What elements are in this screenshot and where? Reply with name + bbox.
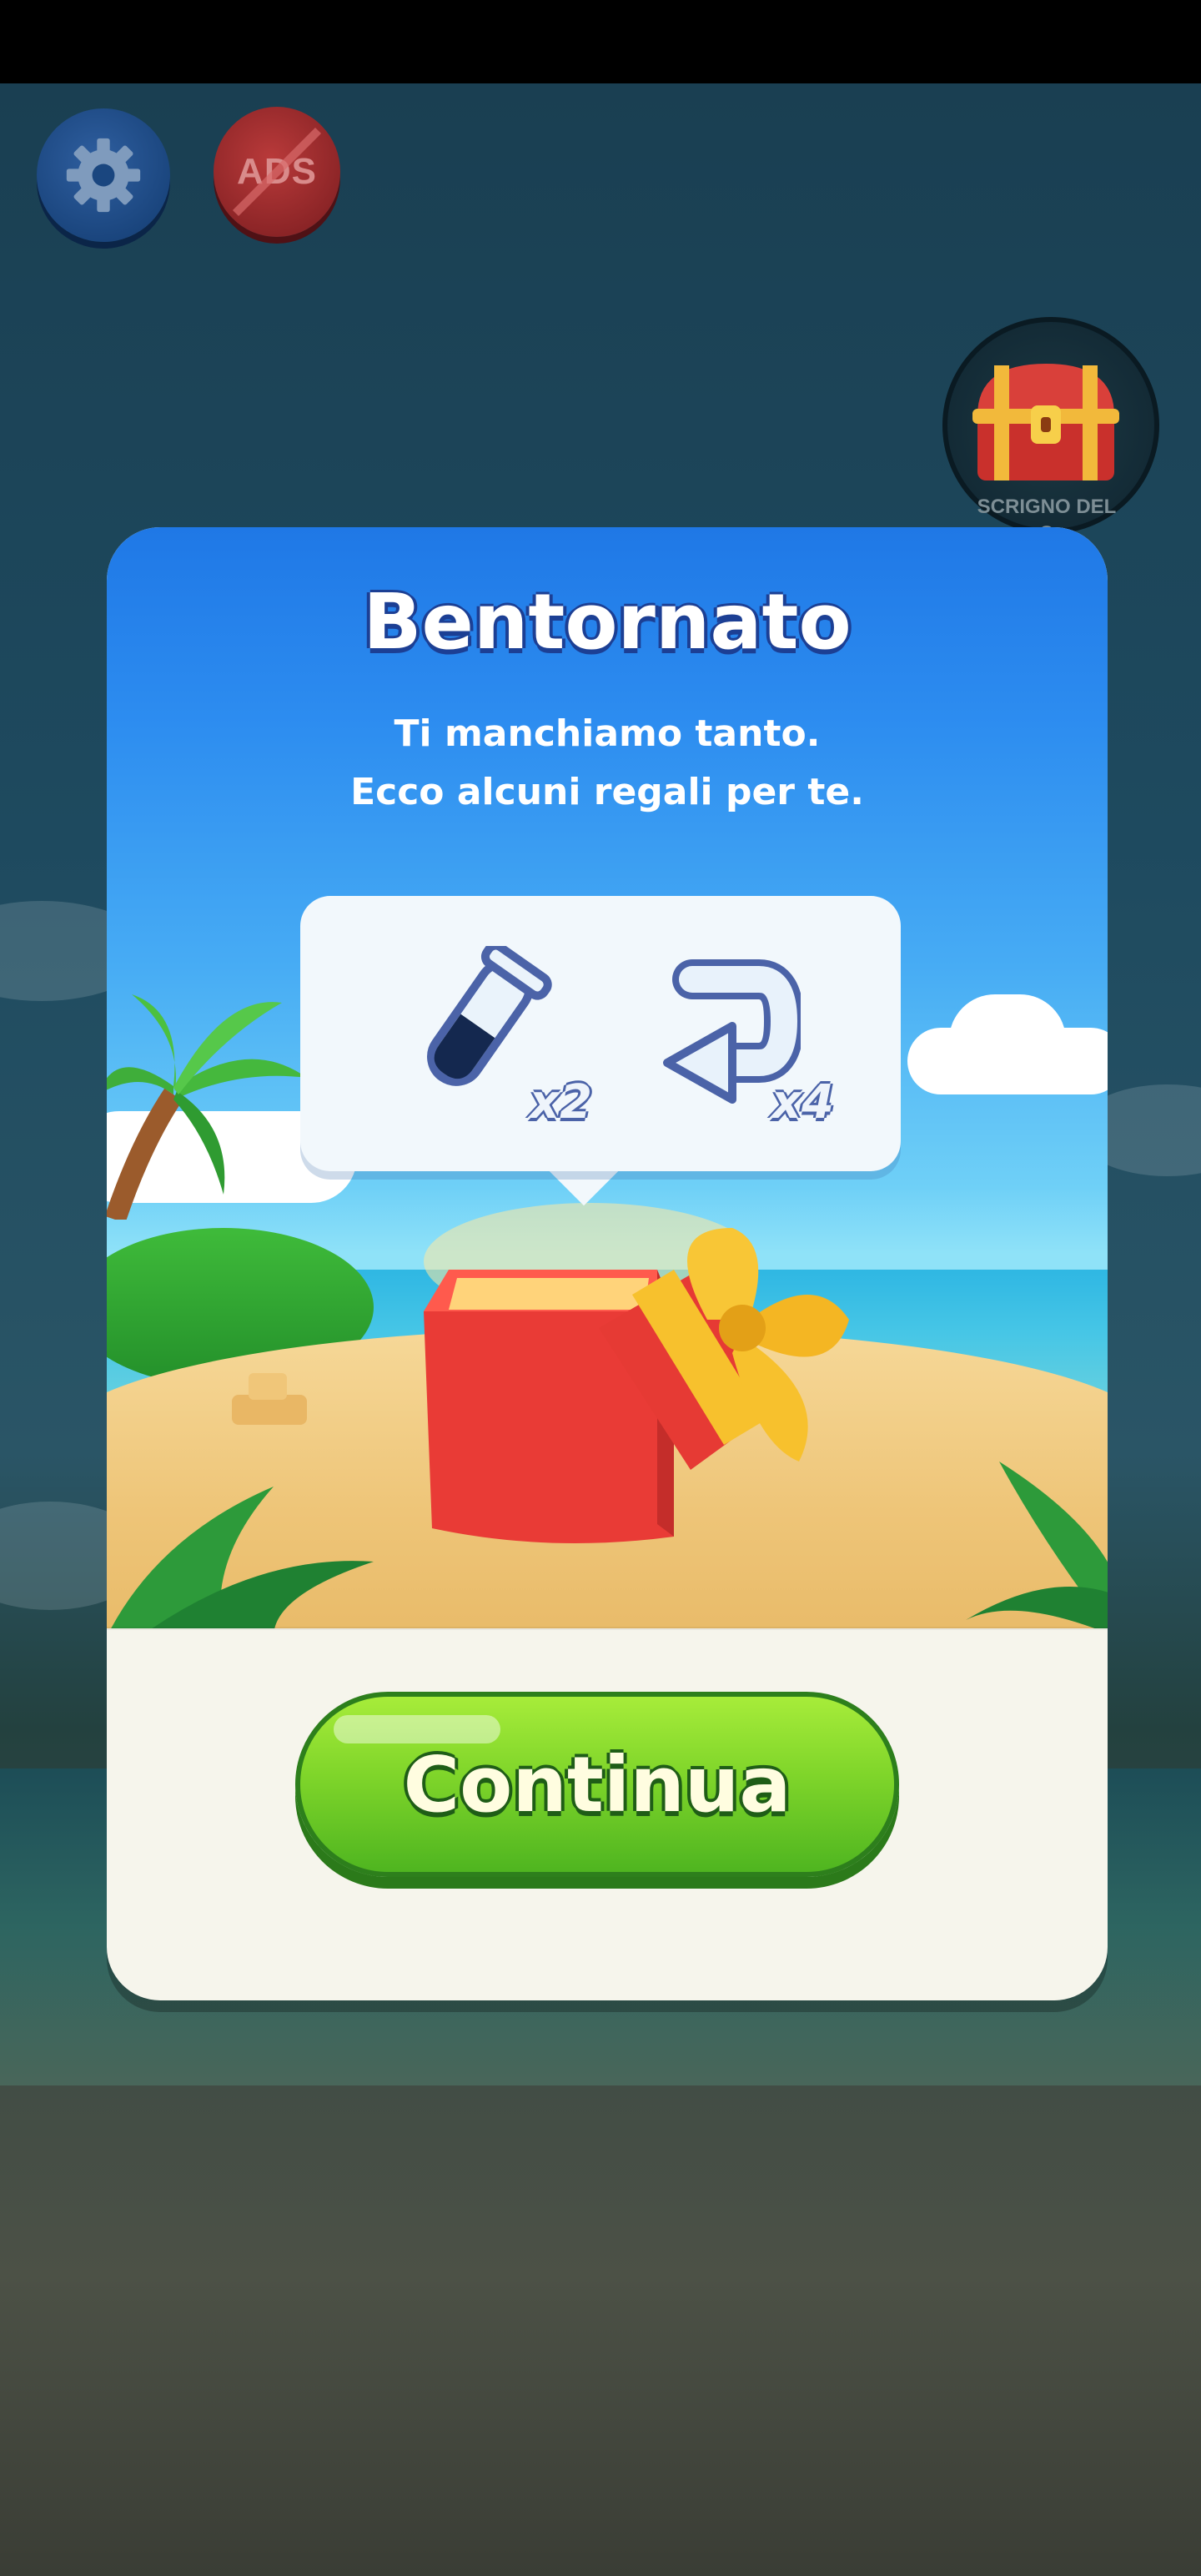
- leaves-foreground-right: [966, 1462, 1108, 1628]
- dialog-subtitle-line2: Ecco alcuni regali per te.: [350, 771, 864, 813]
- leaves-foreground-left: [111, 1487, 374, 1628]
- status-bar: [0, 0, 1201, 83]
- reward-quantity: x4: [771, 1075, 834, 1130]
- rewards-bubble: x2 x4: [300, 896, 901, 1171]
- treasure-chest-icon: [972, 364, 1119, 480]
- settings-button[interactable]: [37, 108, 170, 242]
- divider: [107, 1627, 1108, 1630]
- sandcastle-icon: [232, 1373, 307, 1425]
- remove-ads-button[interactable]: ADS: [214, 107, 340, 237]
- dialog-subtitle-line1: Ti manchiamo tanto.: [394, 712, 821, 755]
- reward-item: x2: [392, 938, 592, 1130]
- cloud: [949, 994, 1066, 1086]
- reward-quantity: x2: [529, 1075, 592, 1130]
- continue-label: Continua: [403, 1739, 791, 1829]
- beach-scene: Bentornato Ti manchiamo tanto. Ecco alcu…: [107, 527, 1108, 1628]
- palm-tree-icon: [107, 994, 307, 1220]
- continue-button[interactable]: Continua: [295, 1692, 899, 1877]
- dialog-title: Bentornato: [363, 577, 852, 667]
- reward-item: x4: [634, 938, 834, 1130]
- gear-icon: [66, 138, 141, 213]
- chest-label-line1: SCRIGNO DEL: [977, 496, 1117, 518]
- welcome-back-dialog: Bentornato Ti manchiamo tanto. Ecco alcu…: [107, 527, 1108, 2000]
- gift-box-icon: [424, 1203, 849, 1543]
